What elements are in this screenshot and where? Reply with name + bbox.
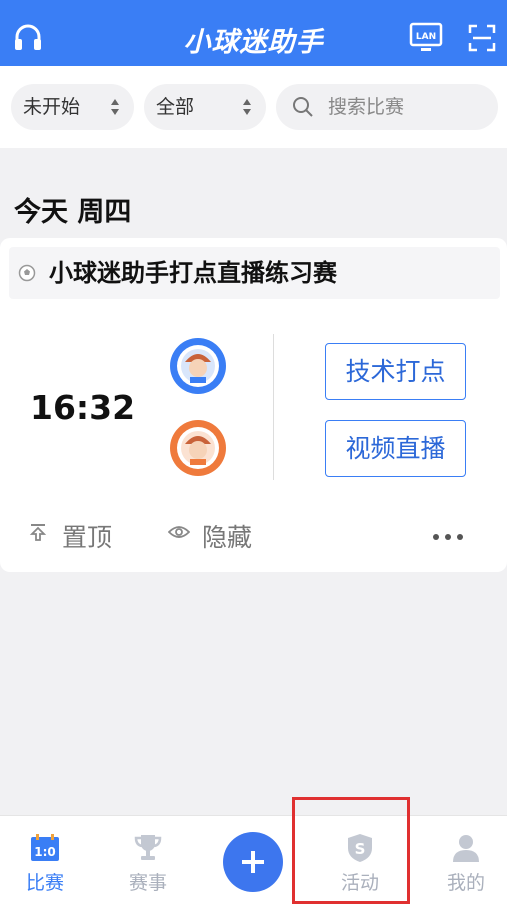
trophy-icon [134, 835, 162, 860]
hide-label: 隐藏 [202, 523, 253, 552]
eye-icon [168, 526, 190, 538]
user-icon [453, 835, 479, 862]
tab-events[interactable]: 赛事 [103, 816, 193, 907]
scan-icon[interactable] [468, 24, 496, 52]
add-match-button[interactable] [223, 832, 283, 892]
scoreboard-icon: 1:0 [31, 834, 59, 861]
video-live-button[interactable]: 视频直播 [325, 420, 466, 477]
away-team-avatar-icon [170, 420, 226, 476]
category-select[interactable]: 全部 [144, 84, 266, 130]
tech-tagging-button[interactable]: 技术打点 [325, 343, 466, 400]
vertical-divider [273, 334, 274, 480]
tab-profile[interactable]: 我的 [421, 816, 507, 907]
lan-icon[interactable]: LAN [409, 22, 443, 54]
home-team-avatar-icon [170, 338, 226, 394]
app-header: 小球迷助手 LAN [0, 0, 507, 66]
soccer-ball-icon [18, 264, 36, 282]
status-select[interactable]: 未开始 [11, 84, 134, 130]
match-title-bar: 小球迷助手打点直播练习赛 [9, 247, 500, 299]
status-select-value: 未开始 [23, 96, 81, 118]
filter-bar: 未开始 全部 搜索比赛 [0, 66, 507, 148]
plus-icon [242, 851, 264, 873]
svg-text:LAN: LAN [416, 32, 436, 42]
day-heading: 今天 周四 [14, 197, 132, 228]
pin-label: 置顶 [62, 523, 113, 552]
tab-profile-label: 我的 [446, 872, 485, 894]
svg-text:1:0: 1:0 [34, 845, 56, 859]
match-time: 16:32 [30, 388, 136, 427]
tab-matches[interactable]: 1:0 比赛 [0, 816, 90, 907]
pin-button[interactable]: 置顶 [29, 518, 113, 554]
more-icon[interactable] [432, 532, 464, 542]
category-select-value: 全部 [156, 96, 195, 118]
hide-button[interactable]: 隐藏 [168, 518, 253, 554]
search-icon [293, 97, 313, 117]
highlight-box [292, 797, 410, 904]
bottom-tab-bar: 1:0 比赛 赛事 S 活动 我的 [0, 815, 507, 907]
tab-matches-label: 比赛 [25, 872, 64, 894]
sort-arrows-icon [111, 99, 119, 115]
pin-top-icon [29, 524, 47, 541]
search-placeholder: 搜索比赛 [328, 96, 405, 118]
match-title: 小球迷助手打点直播练习赛 [49, 259, 337, 287]
match-card[interactable]: 小球迷助手打点直播练习赛 16:32 技术打点 视频直播 置顶 隐藏 [0, 238, 507, 572]
tab-events-label: 赛事 [128, 872, 167, 894]
search-input[interactable]: 搜索比赛 [276, 84, 498, 130]
sort-arrows-icon [243, 99, 251, 115]
